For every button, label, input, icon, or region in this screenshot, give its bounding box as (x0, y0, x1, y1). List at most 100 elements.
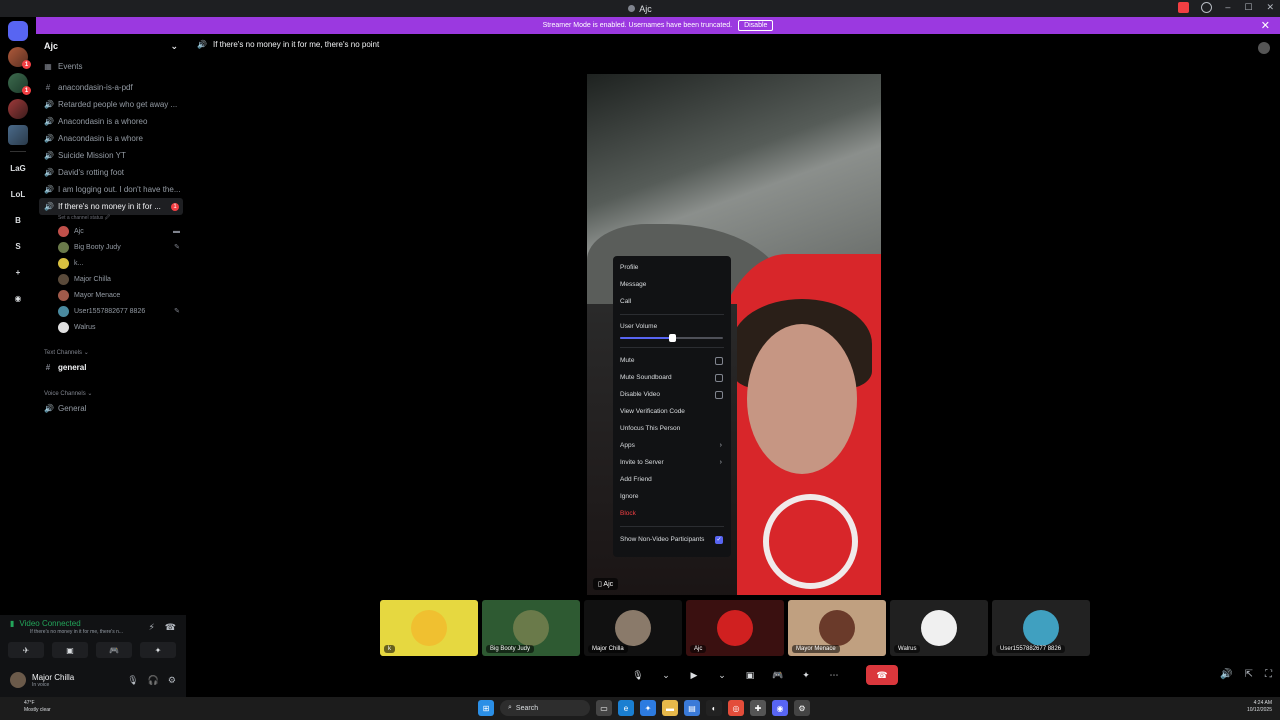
activity-icon[interactable]: 🎮 (768, 665, 788, 685)
voice-member[interactable]: User1557882677 8826 ✎ (36, 303, 186, 319)
thumb-mayor-menace[interactable]: Mayor Menace (788, 600, 886, 656)
windows-start-icon[interactable]: ⊞ (478, 700, 494, 716)
task-view-icon[interactable]: ▭ (596, 700, 612, 716)
noise-suppression-icon[interactable]: ⚡ (148, 622, 154, 633)
close-button[interactable]: ✕ (1266, 2, 1274, 13)
inbox-icon[interactable] (1178, 2, 1189, 13)
menu-item-call[interactable]: Call (613, 293, 731, 310)
checkmark-icon[interactable]: ✓ (715, 536, 723, 544)
voice-channels-category[interactable]: Voice Channels ⌄ (36, 386, 186, 400)
server-b[interactable]: B (8, 210, 28, 230)
user-volume-slider[interactable] (620, 333, 724, 343)
activity-button[interactable]: 🎮 (96, 642, 132, 658)
voice-status[interactable]: ▮ Video Connected (10, 619, 81, 628)
server-3[interactable] (8, 99, 28, 119)
weather-widget[interactable]: 47°F Mostly clear (24, 700, 51, 714)
popout-icon[interactable]: ⇱ (1245, 669, 1253, 680)
thumb-big-booty-judy[interactable]: Big Booty Judy (482, 600, 580, 656)
disable-streamer-mode-button[interactable]: Disable (738, 20, 774, 31)
mute-soundboard-checkbox[interactable] (715, 374, 723, 382)
mic-icon[interactable]: 🎙 (628, 665, 648, 685)
gear-icon[interactable]: ⚙ (168, 675, 176, 686)
menu-item-add-friend[interactable]: Add Friend (613, 471, 731, 488)
thumb-k[interactable]: k (380, 600, 478, 656)
discover[interactable]: ◉ (8, 288, 28, 308)
add-server[interactable]: + (8, 262, 28, 282)
server-s[interactable]: S (8, 236, 28, 256)
volume-icon[interactable]: 🔊 (1220, 669, 1232, 680)
text-channels-category[interactable]: Text Channels ⌄ (36, 345, 186, 359)
channel-item-active[interactable]: 🔊 If there's no money in it for ... 1 (39, 198, 183, 215)
thumb-walrus[interactable]: Walrus (890, 600, 988, 656)
banner-close-icon[interactable]: ✕ (1261, 19, 1270, 32)
soundboard-button[interactable]: ✦ (140, 642, 176, 658)
minimize-button[interactable]: – (1225, 2, 1230, 13)
edge-icon[interactable]: e (618, 700, 634, 716)
avatar[interactable] (10, 672, 26, 688)
screen-share-icon[interactable]: ▣ (740, 665, 760, 685)
camera-button[interactable]: ✈ (8, 642, 44, 658)
events-item[interactable]: ▦ Events (36, 58, 186, 75)
server-1[interactable]: 1 (8, 47, 31, 69)
disable-video-checkbox[interactable] (715, 391, 723, 399)
menu-item-mute-soundboard[interactable]: Mute Soundboard (613, 369, 731, 386)
discord-icon[interactable]: ◉ (772, 700, 788, 716)
chrome-icon[interactable]: ◎ (728, 700, 744, 716)
menu-item-message[interactable]: Message (613, 276, 731, 293)
server-header[interactable]: Ajc ⌄ (36, 34, 186, 58)
mute-checkbox[interactable] (715, 357, 723, 365)
app-icon[interactable]: ◐ (706, 700, 722, 716)
channel-item[interactable]: 🔊 Suicide Mission YT (36, 147, 186, 164)
server-lol[interactable]: LoL (8, 184, 28, 204)
camera-icon[interactable]: ▶ (684, 665, 704, 685)
chevron-down-icon[interactable]: ⌄ (170, 41, 178, 52)
thumb-major-chilla[interactable]: Major Chilla (584, 600, 682, 656)
app-icon[interactable]: ✚ (750, 700, 766, 716)
file-explorer-icon[interactable]: ▬ (662, 700, 678, 716)
menu-item-mute[interactable]: Mute (613, 352, 731, 369)
menu-item-apps[interactable]: Apps › (613, 437, 731, 454)
system-clock[interactable]: 4:24 AM 10/12/2025 (1247, 700, 1272, 714)
voice-member[interactable]: Walrus (36, 319, 186, 335)
voice-member[interactable]: k... (36, 255, 186, 271)
channel-status[interactable]: Set a channel status 🖉 (36, 215, 186, 223)
avatar[interactable] (1258, 42, 1270, 54)
discord-home-icon[interactable] (8, 21, 28, 41)
menu-item-view-verification[interactable]: View Verification Code (613, 403, 731, 420)
headphones-icon[interactable]: 🎧 (148, 675, 159, 686)
channel-item[interactable]: 🔊 Anacondasin is a whoreo (36, 113, 186, 130)
thumb-user[interactable]: User1557882677 8826 (992, 600, 1090, 656)
maximize-button[interactable]: ☐ (1244, 2, 1252, 13)
server-2[interactable]: 1 (8, 73, 31, 95)
server-lag[interactable]: LaG (8, 158, 28, 178)
voice-member[interactable]: Mayor Menace (36, 287, 186, 303)
soundboard-icon[interactable]: ✦ (796, 665, 816, 685)
voice-member[interactable]: Ajc ▬ (36, 223, 186, 239)
chevron-down-icon[interactable]: ⌄ (712, 665, 732, 685)
more-icon[interactable]: ⋯ (824, 665, 844, 685)
server-4[interactable] (8, 125, 28, 145)
help-icon[interactable] (1201, 2, 1212, 13)
menu-item-unfocus[interactable]: Unfocus This Person (613, 420, 731, 437)
menu-item-show-non-video[interactable]: Show Non-Video Participants ✓ (613, 531, 731, 548)
channel-item[interactable]: 🔊 Retarded people who get away ... (36, 96, 186, 113)
channel-item-general-text[interactable]: # general (36, 359, 186, 376)
menu-item-profile[interactable]: Profile (613, 259, 731, 276)
disconnect-icon[interactable]: ☎ (165, 622, 176, 633)
screen-share-button[interactable]: ▣ (52, 642, 88, 658)
copilot-icon[interactable]: ✦ (640, 700, 656, 716)
channel-item[interactable]: 🔊 Anacondasin is a whore (36, 130, 186, 147)
mic-icon[interactable]: 🎙 (127, 675, 138, 686)
menu-item-invite[interactable]: Invite to Server › (613, 454, 731, 471)
channel-item[interactable]: 🔊 David's rotting foot (36, 164, 186, 181)
fullscreen-icon[interactable]: ⛶ (1265, 669, 1272, 680)
menu-item-disable-video[interactable]: Disable Video (613, 386, 731, 403)
taskbar-search[interactable]: ⌕ Search (500, 700, 590, 716)
settings-icon[interactable]: ⚙ (794, 700, 810, 716)
chevron-down-icon[interactable]: ⌄ (656, 665, 676, 685)
slider-knob[interactable] (668, 334, 676, 342)
menu-item-block[interactable]: Block (613, 505, 731, 522)
menu-item-ignore[interactable]: Ignore (613, 488, 731, 505)
voice-member[interactable]: Major Chilla (36, 271, 186, 287)
channel-item-general-voice[interactable]: 🔊 General (36, 400, 186, 417)
